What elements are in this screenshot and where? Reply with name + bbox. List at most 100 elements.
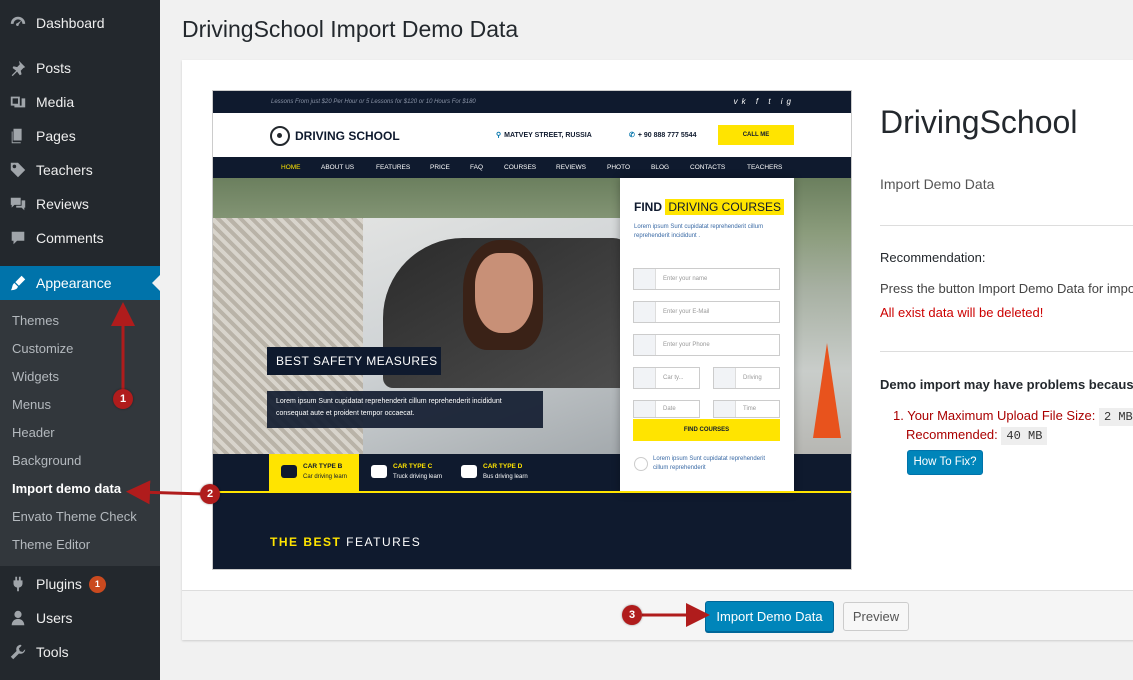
how-to-fix-button[interactable]: How To Fix? bbox=[907, 450, 983, 475]
submenu-theme-editor[interactable]: Theme Editor bbox=[12, 535, 90, 555]
dashboard-icon bbox=[0, 14, 36, 32]
menu-media[interactable]: Media bbox=[0, 85, 160, 119]
tag-icon bbox=[0, 161, 36, 179]
preview-select-value: Time bbox=[743, 406, 757, 412]
menu-posts-label: Posts bbox=[36, 60, 72, 76]
menu-pages[interactable]: Pages bbox=[0, 119, 160, 153]
menu-comments-label: Comments bbox=[36, 230, 104, 246]
menu-teachers-label: Teachers bbox=[36, 162, 93, 178]
find-description: Lorem ipsum Sunt cupidatat reprehenderit… bbox=[634, 224, 764, 239]
import-demo-data-button[interactable]: Import Demo Data bbox=[705, 601, 834, 632]
preview-select-value: Date bbox=[663, 406, 676, 412]
phone-icon bbox=[634, 335, 656, 355]
submenu-import-demo-data[interactable]: Import demo data bbox=[12, 479, 121, 499]
theme-screenshot: Lessons From just $20 Per Hour or 5 Less… bbox=[212, 90, 852, 570]
preview-nav-link: PRICE bbox=[430, 164, 450, 171]
pin-icon bbox=[0, 59, 36, 77]
preview-nav-link: HOME bbox=[281, 164, 301, 171]
menu-plugins[interactable]: Plugins 1 bbox=[0, 567, 160, 601]
preview-input-placeholder: Enter your Phone bbox=[663, 342, 710, 348]
preview-nav-link: FEATURES bbox=[376, 164, 411, 171]
phone-icon: ✆ bbox=[629, 132, 635, 139]
info-icon bbox=[634, 457, 648, 471]
menu-teachers[interactable]: Teachers bbox=[0, 153, 160, 187]
car-type-title: CAR TYPE B bbox=[303, 463, 343, 470]
recommendation-text: Press the button Import Demo Data for im… bbox=[880, 281, 1133, 296]
submenu-background[interactable]: Background bbox=[12, 451, 81, 471]
preview-select-value: Car ty... bbox=[663, 375, 684, 381]
preview-car-select: Car ty... bbox=[633, 367, 700, 389]
preview-button[interactable]: Preview bbox=[843, 602, 909, 631]
preview-time-select: Time bbox=[713, 400, 780, 418]
user-icon bbox=[0, 609, 36, 627]
submenu-themes[interactable]: Themes bbox=[12, 311, 59, 331]
user-icon bbox=[634, 269, 656, 289]
problem-upload-size: 1. Your Maximum Upload File Size: 2 MB bbox=[893, 408, 1133, 426]
hero-caption: BEST SAFETY MEASURES bbox=[267, 347, 441, 375]
find-note: Lorem ipsum Sunt cupidatat reprehenderit… bbox=[653, 456, 766, 471]
menu-users[interactable]: Users bbox=[0, 601, 160, 635]
menu-users-label: Users bbox=[36, 610, 73, 626]
submenu-envato-theme-check[interactable]: Envato Theme Check bbox=[12, 507, 137, 527]
menu-media-label: Media bbox=[36, 94, 75, 110]
features-highlight: THE BEST bbox=[270, 535, 342, 549]
calendar-icon bbox=[714, 368, 736, 388]
location-pin-icon: ⚲ bbox=[496, 132, 502, 139]
preview-nav-link: COURSES bbox=[504, 164, 537, 171]
delete-warning: All exist data will be deleted! bbox=[880, 305, 1044, 320]
car-type-d: CAR TYPE D Bus driving learn bbox=[449, 454, 539, 491]
menu-appearance-label: Appearance bbox=[36, 275, 112, 291]
submenu-customize[interactable]: Customize bbox=[12, 339, 73, 359]
theme-subtitle: Import Demo Data bbox=[880, 176, 995, 192]
theme-card: Lessons From just $20 Per Hour or 5 Less… bbox=[182, 60, 1133, 640]
plugins-update-badge: 1 bbox=[88, 575, 106, 593]
preview-address: ⚲ MATVEY STREET, RUSSIA bbox=[496, 131, 592, 139]
media-icon bbox=[0, 93, 36, 111]
preview-input-placeholder: Enter your name bbox=[663, 276, 708, 282]
submenu-widgets[interactable]: Widgets bbox=[12, 367, 59, 387]
step-marker-1: 1 bbox=[113, 389, 133, 409]
preview-name-input: Enter your name bbox=[633, 268, 780, 290]
comments-icon bbox=[0, 195, 36, 213]
preview-phone-input: Enter your Phone bbox=[633, 334, 780, 356]
menu-tools[interactable]: Tools bbox=[0, 635, 160, 669]
preview-nav-link: ABOUT US bbox=[321, 164, 355, 171]
menu-appearance[interactable]: Appearance bbox=[0, 266, 160, 300]
car-icon bbox=[634, 368, 656, 388]
car-type-title: CAR TYPE C bbox=[393, 463, 433, 470]
divider bbox=[880, 225, 1133, 226]
wrench-icon bbox=[0, 643, 36, 661]
pages-icon bbox=[0, 127, 36, 145]
driver-face bbox=[475, 253, 533, 333]
menu-pages-label: Pages bbox=[36, 128, 76, 144]
submenu-header[interactable]: Header bbox=[12, 423, 55, 443]
preview-call-button: CALL ME bbox=[718, 125, 794, 145]
preview-address-text: MATVEY STREET, RUSSIA bbox=[504, 132, 592, 139]
problems-title: Demo import may have problems because: bbox=[880, 377, 1133, 392]
find-courses-form: FIND DRIVING COURSES Lorem ipsum Sunt cu… bbox=[620, 178, 794, 493]
preview-phone-text: + 90 888 777 5544 bbox=[637, 132, 697, 139]
preview-phone: ✆ + 90 888 777 5544 bbox=[629, 131, 696, 139]
recommended-value: 40 MB bbox=[1001, 427, 1048, 445]
preview-nav-link: CONTACTS bbox=[690, 164, 726, 171]
car-type-b: CAR TYPE B Car driving learn bbox=[269, 454, 359, 491]
problem-label: 1. Your Maximum Upload File Size: bbox=[893, 408, 1096, 423]
menu-comments[interactable]: Comments bbox=[0, 221, 160, 255]
recommendation-title: Recommendation: bbox=[880, 250, 986, 265]
preview-features-heading: THE BEST FEATURES bbox=[270, 535, 421, 549]
preview-nav-link: PHOTO bbox=[607, 164, 630, 171]
preview-header: DRIVING SCHOOL ⚲ MATVEY STREET, RUSSIA ✆ +… bbox=[213, 113, 851, 157]
submenu-menus[interactable]: Menus bbox=[12, 395, 51, 415]
car-type-sub: Bus driving learn bbox=[483, 474, 528, 480]
car-type-sub: Car driving learn bbox=[303, 474, 348, 480]
preview-find-button: FIND COURSES bbox=[633, 419, 780, 441]
menu-reviews[interactable]: Reviews bbox=[0, 187, 160, 221]
preview-driving-select: Driving bbox=[713, 367, 780, 389]
theme-name: DrivingSchool bbox=[880, 104, 1078, 140]
problem-recommended: Recommended: 40 MB bbox=[906, 427, 1048, 445]
yellow-divider bbox=[213, 491, 851, 493]
hero-text: Lorem ipsum Sunt cupidatat reprehenderit… bbox=[267, 391, 543, 428]
brush-icon bbox=[0, 274, 36, 292]
menu-dashboard[interactable]: Dashboard bbox=[0, 6, 160, 40]
menu-posts[interactable]: Posts bbox=[0, 51, 160, 85]
